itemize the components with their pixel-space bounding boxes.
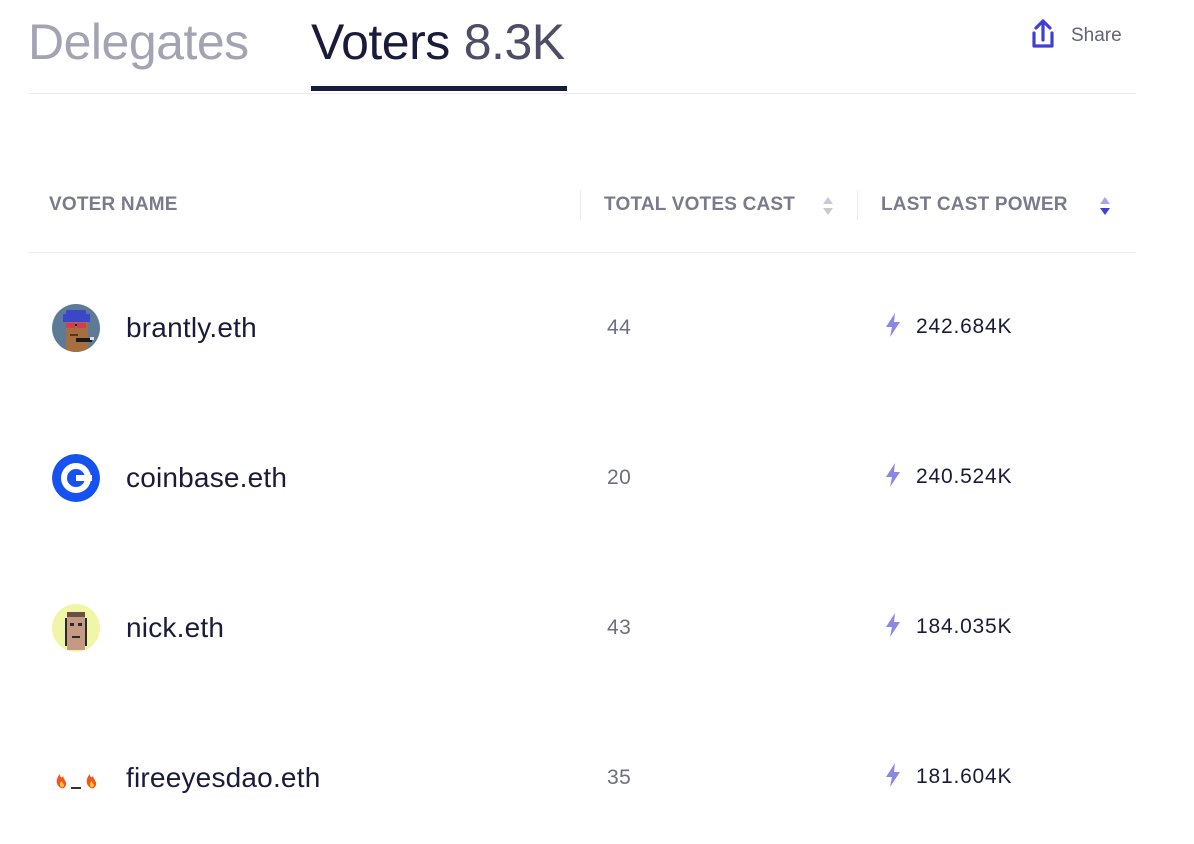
share-button[interactable]: Share bbox=[1028, 18, 1122, 54]
column-header-last-cast-power[interactable]: LAST CAST POWER bbox=[857, 190, 1136, 220]
punk-avatar bbox=[52, 304, 100, 352]
column-header-last-cast-power-label: LAST CAST POWER bbox=[881, 194, 1068, 215]
tab-voters-label: Voters bbox=[311, 14, 450, 70]
pixel-face-avatar bbox=[52, 604, 100, 652]
lightning-bolt-icon bbox=[884, 612, 902, 643]
table-row[interactable]: fireeyesdao.eth 35 181.604K bbox=[28, 729, 1136, 829]
active-tab-indicator bbox=[311, 86, 567, 91]
table-header: VOTER NAME TOTAL VOTES CAST LAST CAST PO… bbox=[28, 170, 1136, 253]
voter-name[interactable]: nick.eth bbox=[126, 612, 224, 644]
voters-page: Delegates Voters 8.3K Share VOTER NAME TO… bbox=[0, 0, 1194, 844]
voters-count: 8.3K bbox=[463, 14, 565, 70]
voter-name[interactable]: coinbase.eth bbox=[126, 462, 287, 494]
coinbase-logo bbox=[52, 454, 100, 502]
voter-name[interactable]: fireeyesdao.eth bbox=[126, 762, 320, 794]
fire-eyes-avatar bbox=[52, 754, 100, 802]
total-votes-cast: 44 bbox=[607, 316, 632, 339]
lightning-bolt-icon bbox=[884, 312, 902, 343]
total-votes-cast: 43 bbox=[607, 616, 632, 639]
column-header-total-votes-label: TOTAL VOTES CAST bbox=[604, 194, 796, 215]
share-upload-icon bbox=[1028, 18, 1058, 55]
last-cast-power-value: 184.035K bbox=[916, 615, 1013, 638]
table-row[interactable]: nick.eth 43 184.035K bbox=[28, 579, 1136, 679]
last-cast-power: 181.604K bbox=[884, 762, 1012, 792]
voter-name[interactable]: brantly.eth bbox=[126, 312, 257, 344]
last-cast-power-value: 240.524K bbox=[916, 465, 1013, 488]
tab-delegates-label: Delegates bbox=[28, 14, 249, 70]
lightning-bolt-icon bbox=[884, 762, 902, 793]
table-row[interactable]: brantly.eth 44 242.684K bbox=[28, 279, 1136, 379]
sort-both-icon[interactable] bbox=[821, 195, 835, 217]
total-votes-cast: 20 bbox=[607, 466, 632, 489]
tab-bar: Delegates Voters 8.3K bbox=[28, 0, 1136, 94]
last-cast-power-value: 242.684K bbox=[916, 315, 1013, 338]
last-cast-power-value: 181.604K bbox=[916, 765, 1013, 788]
lightning-bolt-icon bbox=[884, 462, 902, 493]
column-header-voter-name: VOTER NAME bbox=[49, 194, 178, 215]
share-label: Share bbox=[1071, 25, 1122, 46]
sort-descending-icon[interactable] bbox=[1098, 195, 1112, 217]
tab-delegates[interactable]: Delegates bbox=[28, 12, 249, 72]
column-header-total-votes[interactable]: TOTAL VOTES CAST bbox=[580, 190, 857, 220]
last-cast-power: 184.035K bbox=[884, 612, 1012, 642]
table-row[interactable]: coinbase.eth 20 240.524K bbox=[28, 429, 1136, 529]
last-cast-power: 242.684K bbox=[884, 312, 1012, 342]
tab-voters[interactable]: Voters 8.3K bbox=[311, 12, 565, 72]
last-cast-power: 240.524K bbox=[884, 462, 1012, 492]
total-votes-cast: 35 bbox=[607, 766, 632, 789]
